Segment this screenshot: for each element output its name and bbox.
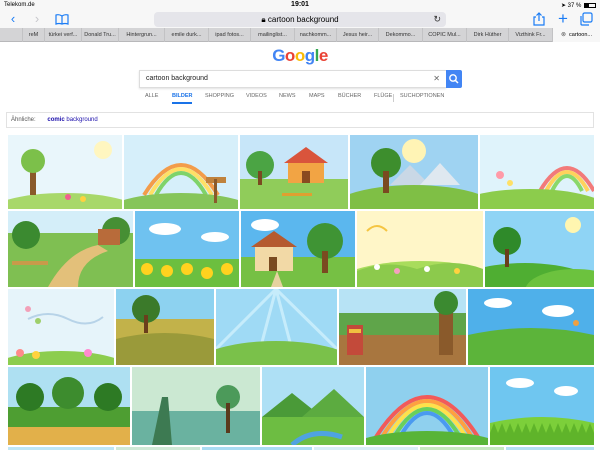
image-result[interactable]: [124, 135, 238, 209]
search-input[interactable]: cartoon background ✕: [139, 70, 446, 88]
share-icon[interactable]: [532, 12, 546, 26]
logo-letter: g: [304, 46, 315, 65]
image-result[interactable]: [480, 135, 594, 209]
google-logo[interactable]: Google: [0, 46, 600, 66]
nav-videos[interactable]: VIDEOS: [246, 93, 267, 99]
tab-8[interactable]: nachkomm...: [294, 28, 336, 42]
clear-icon[interactable]: ✕: [433, 71, 440, 87]
battery-icon: [584, 3, 596, 8]
nav-flights[interactable]: FLÜGE: [374, 93, 392, 99]
related-suffix: background: [66, 117, 98, 123]
related-searches: Ähnliche: comic background: [6, 112, 594, 128]
nav-search-tools[interactable]: SUCHOPTIONEN: [400, 93, 444, 99]
tabs-overview-icon[interactable]: [579, 12, 593, 26]
tab-active[interactable]: ⊗ cartoon...: [552, 28, 600, 42]
search-nav: ALLE BILDER SHOPPING VIDEOS NEWS MAPS BÜ…: [139, 91, 462, 105]
nav-shopping[interactable]: SHOPPING: [205, 93, 234, 99]
tab-10[interactable]: Dekommo...: [378, 28, 422, 42]
image-results-grid: [0, 133, 600, 450]
image-result[interactable]: [241, 211, 355, 287]
tab-9[interactable]: Jesus heir...: [336, 28, 378, 42]
tab-2[interactable]: türkei verf...: [44, 28, 81, 42]
tab-5[interactable]: emile durk...: [164, 28, 208, 42]
image-result[interactable]: [216, 289, 337, 365]
nav-images[interactable]: BILDER: [172, 93, 193, 104]
image-result[interactable]: [485, 211, 594, 287]
tab-label: COPIC Mul...: [428, 32, 461, 38]
search-icon: [449, 74, 459, 84]
image-result[interactable]: [8, 135, 122, 209]
forward-icon[interactable]: ›: [30, 12, 44, 26]
nav-books[interactable]: BÜCHER: [338, 93, 361, 99]
image-result[interactable]: [490, 367, 594, 445]
tab-4[interactable]: Hintergrun...: [118, 28, 164, 42]
battery-status: ➤ 37 %: [561, 2, 596, 9]
tab-label: Donald Tru...: [84, 32, 116, 38]
image-result[interactable]: [135, 211, 239, 287]
related-prefix: comic: [47, 117, 65, 123]
tab-label: Vizthink Fr...: [515, 32, 546, 38]
related-chip[interactable]: comic background: [47, 117, 97, 123]
back-icon[interactable]: ‹: [6, 12, 20, 26]
tab-label: cartoon...: [569, 32, 592, 38]
reload-icon[interactable]: ↻: [433, 12, 441, 27]
lock-icon: 🔒︎: [261, 15, 266, 24]
tab-6[interactable]: ipad fotos...: [208, 28, 250, 42]
image-result[interactable]: [8, 289, 114, 365]
tab-label: Dekommo...: [385, 32, 416, 38]
image-result[interactable]: [8, 367, 130, 445]
nav-divider: [393, 94, 394, 102]
address-text: cartoon background: [267, 15, 339, 24]
related-label: Ähnliche:: [11, 117, 36, 123]
image-result[interactable]: [350, 135, 478, 209]
tab-13[interactable]: Vizthink Fr...: [508, 28, 552, 42]
new-tab-icon[interactable]: +: [556, 10, 570, 27]
tab-label: Hintergrun...: [126, 32, 157, 38]
image-result[interactable]: [8, 211, 133, 287]
nav-all[interactable]: ALLE: [145, 93, 158, 99]
close-tab-icon[interactable]: ⊗: [561, 32, 566, 38]
image-result[interactable]: [357, 211, 483, 287]
battery-percent: 37 %: [567, 3, 582, 9]
image-result[interactable]: [468, 289, 594, 365]
status-bar: Telekom.de 19:01 ➤ 37 %: [0, 0, 600, 10]
bookmarks-icon[interactable]: [55, 12, 69, 26]
clock: 19:01: [291, 1, 309, 8]
nav-maps[interactable]: MAPS: [309, 93, 325, 99]
image-result[interactable]: [339, 289, 466, 365]
image-result[interactable]: [366, 367, 488, 445]
image-result[interactable]: [262, 367, 364, 445]
image-result[interactable]: [132, 367, 260, 445]
tab-12[interactable]: Dirk Hüther: [466, 28, 508, 42]
browser-toolbar: ‹ › 🔒︎ cartoon background ↻ +: [0, 10, 600, 28]
tab-label: Jesus heir...: [342, 32, 373, 38]
logo-letter: G: [272, 46, 285, 65]
logo-letter: e: [318, 46, 328, 65]
tab-label: emile durk...: [171, 32, 202, 38]
tab-label: nachkomm...: [299, 32, 332, 38]
tab-label: ipad fotos...: [215, 32, 244, 38]
address-bar[interactable]: 🔒︎ cartoon background ↻: [154, 12, 446, 27]
tab-1[interactable]: reM: [22, 28, 44, 42]
tab-label: mailinglist...: [258, 32, 287, 38]
tab-bar: reM türkei verf... Donald Tru... Hinterg…: [0, 28, 600, 42]
tab-3[interactable]: Donald Tru...: [81, 28, 118, 42]
search-query: cartoon background: [146, 75, 208, 82]
search-button[interactable]: [446, 70, 462, 88]
tab-label: Dirk Hüther: [473, 32, 502, 38]
logo-letter: o: [294, 46, 305, 65]
nav-news[interactable]: NEWS: [279, 93, 296, 99]
logo-letter: o: [284, 46, 295, 65]
tab-11[interactable]: COPIC Mul...: [422, 28, 466, 42]
tab-7[interactable]: mailinglist...: [250, 28, 294, 42]
image-result[interactable]: [116, 289, 214, 365]
image-result[interactable]: [240, 135, 348, 209]
tab-label: türkei verf...: [48, 32, 78, 38]
tab-label: reM: [28, 32, 39, 38]
